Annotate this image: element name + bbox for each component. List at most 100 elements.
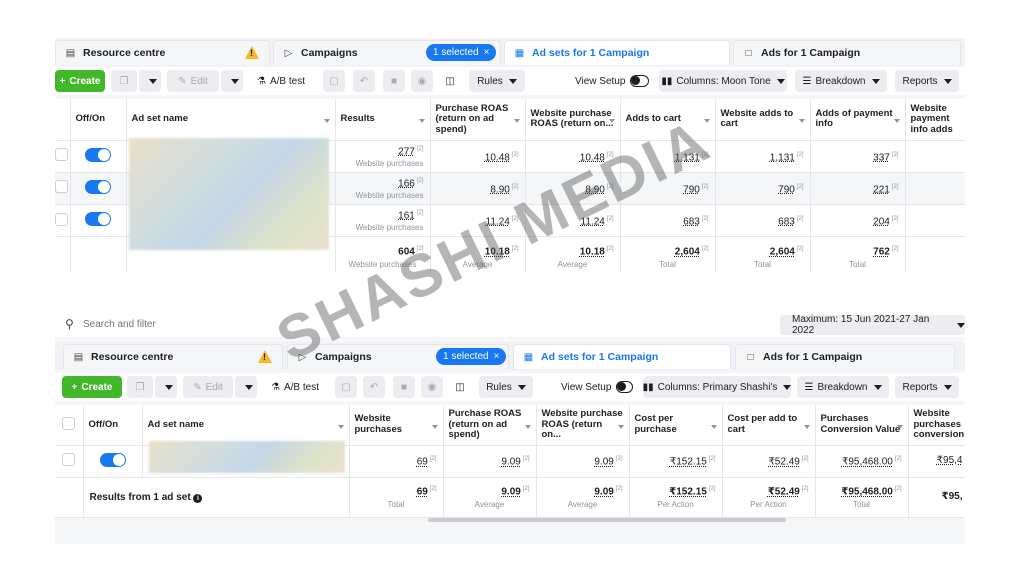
row-on-off-toggle[interactable] [85, 147, 111, 162]
col-ad-set-name[interactable]: Ad set name [126, 99, 336, 141]
tag-button[interactable]: ◫ [439, 70, 461, 92]
close-icon[interactable]: × [494, 351, 500, 362]
duplicate-dropdown[interactable] [139, 70, 161, 92]
col-ad-set-name[interactable]: Ad set name [142, 405, 350, 446]
col-website-purchases-conversion[interactable]: Website purchases conversion [908, 405, 965, 446]
ab-test-button[interactable]: ⚗ A/B test [249, 70, 313, 92]
audience-button[interactable]: ◉ [411, 70, 433, 92]
delete-button[interactable]: ■ [393, 376, 415, 398]
table-header-row: Off/On Ad set name Results Purchase ROAS… [55, 99, 965, 141]
trash-icon: ■ [400, 381, 408, 393]
col-adds-to-cart[interactable]: Adds to cart [620, 99, 716, 141]
col-website-payment-info-adds[interactable]: Website payment info adds [905, 99, 965, 141]
columns-dropdown[interactable]: ▮▮ Columns: Primary Shashi's [643, 376, 791, 398]
breakdown-icon: ☰ [804, 381, 814, 393]
results-summary-label: Results from 1 ad set i [83, 477, 350, 518]
tab-resource-centre[interactable]: ▤ Resource centre [55, 40, 270, 65]
edit-button[interactable]: ✎ Edit [167, 70, 219, 92]
delete-button[interactable]: ■ [383, 70, 405, 92]
bottom-toolbar: + Create ❐ ✎ Edit ⚗ A/B test ▢ ↶ ■ ◉ ◫ Rule… [55, 373, 965, 401]
row-checkbox[interactable] [62, 453, 76, 466]
col-purchase-roas[interactable]: Purchase ROAS (return on ad spend) [430, 99, 526, 141]
col-website-purchase-roas[interactable]: Website purchase ROAS (return on... [536, 405, 630, 446]
selected-pill[interactable]: 1 selected × [426, 44, 497, 61]
rules-dropdown[interactable]: Rules [469, 70, 525, 92]
rules-dropdown[interactable]: Rules [479, 376, 533, 398]
duplicate-dropdown[interactable] [155, 376, 177, 398]
tab-resource-centre[interactable]: ▤ Resource centre [63, 344, 283, 369]
reports-dropdown[interactable]: Reports [895, 70, 959, 92]
horizontal-scrollbar[interactable] [428, 518, 786, 522]
undo-button[interactable]: ↶ [363, 376, 385, 398]
reports-dropdown[interactable]: Reports [895, 376, 959, 398]
breakdown-dropdown[interactable]: ☰ Breakdown [797, 376, 889, 398]
col-off-on: Off/On [83, 405, 143, 446]
plus-icon: + [59, 75, 66, 87]
blurred-ad-set-names [129, 138, 329, 250]
row-on-off-toggle[interactable] [85, 179, 111, 194]
tab-ad-sets[interactable]: ▦ Ad sets for 1 Campaign [504, 40, 730, 65]
view-setup-switch[interactable] [616, 381, 633, 393]
pencil-icon: ✎ [178, 75, 187, 87]
table-header-row: Off/On Ad set name Website purchases Pur… [55, 405, 965, 446]
view-setup-toggle[interactable]: View Setup [569, 70, 655, 92]
grid-icon: ▦ [514, 47, 525, 59]
top-tab-bar: ▤ Resource centre ▷ Campaigns 1 selected… [55, 38, 965, 66]
col-website-purchases[interactable]: Website purchases [349, 405, 444, 446]
breakdown-dropdown[interactable]: ☰ Breakdown [795, 70, 887, 92]
info-icon[interactable]: i [193, 493, 203, 503]
select-all-checkbox[interactable] [55, 99, 71, 141]
plus-icon: + [71, 381, 78, 393]
duplicate-icon: ❐ [119, 75, 129, 87]
col-website-adds-to-cart[interactable]: Website adds to cart [715, 99, 811, 141]
close-icon[interactable]: × [484, 47, 490, 58]
tag-button[interactable]: ◫ [449, 376, 471, 398]
folder-icon: ▷ [298, 351, 307, 363]
create-button[interactable]: + Create [62, 376, 122, 398]
pencil-icon: ✎ [193, 381, 202, 393]
select-all-checkbox[interactable] [62, 416, 76, 430]
undo-button[interactable]: ↶ [353, 70, 375, 92]
breakdown-icon: ☰ [802, 75, 812, 87]
view-setup-switch[interactable] [630, 75, 649, 87]
tab-ad-sets[interactable]: ▦ Ad sets for 1 Campaign [513, 344, 731, 369]
warning-icon [245, 46, 259, 59]
search-input[interactable] [83, 316, 283, 333]
bottom-ads-manager-panel: ⚲ Maximum: 15 Jun 2021-27 Jan 2022 ▤ Res… [55, 312, 965, 544]
columns-dropdown[interactable]: ▮▮ Columns: Moon Tone [659, 70, 787, 92]
col-website-purchase-roas[interactable]: Website purchase ROAS (return on... [525, 99, 621, 141]
col-cost-per-add-to-cart[interactable]: Cost per add to cart [722, 405, 816, 446]
selected-pill[interactable]: 1 selected × [436, 348, 507, 365]
row-checkbox[interactable] [55, 212, 68, 226]
clipboard-icon: ▤ [73, 351, 84, 363]
col-purchases-conversion-value[interactable]: Purchases Conversion Value [815, 405, 909, 446]
col-adds-of-payment-info[interactable]: Adds of payment info [810, 99, 906, 141]
edit-dropdown[interactable] [235, 376, 257, 398]
tab-ads[interactable]: □ Ads for 1 Campaign [735, 344, 955, 369]
archive-button[interactable]: ▢ [323, 70, 345, 92]
edit-button[interactable]: ✎ Edit [183, 376, 233, 398]
ab-test-button[interactable]: ⚗ A/B test [263, 376, 327, 398]
audience-button[interactable]: ◉ [421, 376, 443, 398]
edit-dropdown[interactable] [221, 70, 243, 92]
archive-button[interactable]: ▢ [335, 376, 357, 398]
row-checkbox[interactable] [55, 180, 68, 194]
row-on-off-toggle[interactable] [85, 212, 111, 227]
view-setup-toggle[interactable]: View Setup [555, 376, 639, 398]
col-results[interactable]: Results [335, 99, 431, 141]
tab-ads[interactable]: □ Ads for 1 Campaign [733, 40, 961, 65]
search-row: ⚲ Maximum: 15 Jun 2021-27 Jan 2022 [55, 312, 965, 337]
tab-campaigns[interactable]: ▷ Campaigns 1 selected × [287, 344, 509, 369]
duplicate-button[interactable]: ❐ [111, 70, 137, 92]
row-checkbox[interactable] [55, 148, 68, 162]
columns-icon: ▮▮ [642, 381, 654, 393]
date-range-dropdown[interactable]: Maximum: 15 Jun 2021-27 Jan 2022 [780, 314, 965, 336]
undo-icon: ↶ [359, 75, 369, 87]
col-purchase-roas[interactable]: Purchase ROAS (return on ad spend) [443, 405, 537, 446]
row-on-off-toggle[interactable] [99, 452, 126, 467]
ad-icon: □ [747, 351, 754, 363]
tab-campaigns[interactable]: ▷ Campaigns 1 selected × [273, 40, 501, 65]
duplicate-button[interactable]: ❐ [127, 376, 153, 398]
create-button[interactable]: + Create [55, 70, 105, 92]
col-cost-per-purchase[interactable]: Cost per purchase [629, 405, 723, 446]
